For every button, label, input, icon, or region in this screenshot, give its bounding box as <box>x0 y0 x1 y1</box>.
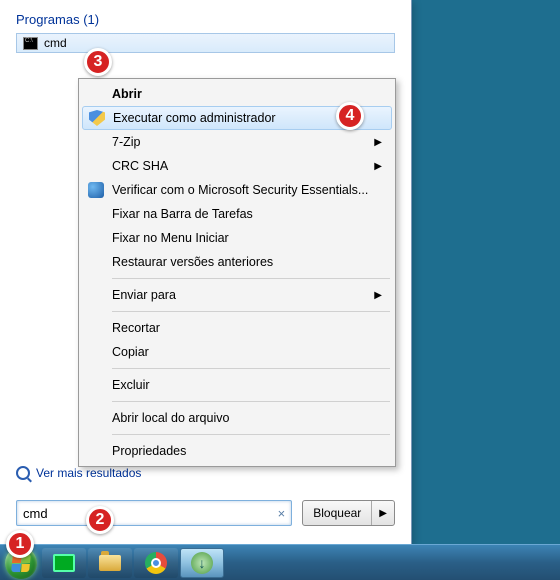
separator <box>112 278 390 279</box>
cmd-icon <box>23 37 38 50</box>
programs-section: Programas (1) cmd <box>0 0 411 57</box>
monitor-icon <box>53 554 75 572</box>
menu-restore-versions[interactable]: Restaurar versões anteriores <box>82 250 392 274</box>
menu-copy[interactable]: Copiar <box>82 340 392 364</box>
menu-properties[interactable]: Propriedades <box>82 439 392 463</box>
menu-open-location[interactable]: Abrir local do arquivo <box>82 406 392 430</box>
lock-button-label: Bloquear <box>303 506 371 520</box>
menu-send-to[interactable]: Enviar para ▶ <box>82 283 392 307</box>
menu-security-scan[interactable]: Verificar com o Microsoft Security Essen… <box>82 178 392 202</box>
more-results-label: Ver mais resultados <box>36 466 141 480</box>
chevron-right-icon: ▶ <box>374 137 382 148</box>
menu-crc-sha[interactable]: CRC SHA ▶ <box>82 154 392 178</box>
taskbar-app-chrome[interactable] <box>134 548 178 578</box>
taskbar-app-monitor[interactable] <box>42 548 86 578</box>
separator <box>112 434 390 435</box>
download-icon: ↓ <box>191 552 213 574</box>
lock-options-arrow[interactable]: ▶ <box>372 508 394 519</box>
menu-pin-start[interactable]: Fixar no Menu Iniciar <box>82 226 392 250</box>
programs-header: Programas (1) <box>16 12 395 27</box>
more-results-link[interactable]: Ver mais resultados <box>16 466 141 480</box>
menu-delete[interactable]: Excluir <box>82 373 392 397</box>
clear-search-icon[interactable]: × <box>278 506 286 521</box>
chrome-icon <box>145 552 167 574</box>
taskbar-app-explorer[interactable] <box>88 548 132 578</box>
menu-pin-taskbar[interactable]: Fixar na Barra de Tarefas <box>82 202 392 226</box>
step-badge-2: 2 <box>86 506 114 534</box>
step-badge-4: 4 <box>336 102 364 130</box>
chevron-right-icon: ▶ <box>374 290 382 301</box>
lock-button[interactable]: Bloquear ▶ <box>302 500 395 526</box>
search-input-text: cmd <box>23 506 278 521</box>
step-badge-1: 1 <box>6 530 34 558</box>
context-menu: Abrir Executar como administrador 7-Zip … <box>78 78 396 467</box>
separator <box>112 401 390 402</box>
search-result-cmd[interactable]: cmd <box>16 33 395 53</box>
step-badge-3: 3 <box>84 48 112 76</box>
menu-7zip[interactable]: 7-Zip ▶ <box>82 130 392 154</box>
security-icon <box>88 182 104 198</box>
taskbar: ↓ <box>0 544 560 580</box>
search-row: cmd × Bloquear ▶ <box>16 500 395 526</box>
result-label: cmd <box>44 36 67 50</box>
separator <box>112 368 390 369</box>
taskbar-app-download[interactable]: ↓ <box>180 548 224 578</box>
folder-icon <box>99 555 121 571</box>
shield-icon <box>89 110 105 126</box>
search-input[interactable]: cmd × <box>16 500 292 526</box>
search-icon <box>16 466 30 480</box>
separator <box>112 311 390 312</box>
menu-cut[interactable]: Recortar <box>82 316 392 340</box>
chevron-right-icon: ▶ <box>374 161 382 172</box>
